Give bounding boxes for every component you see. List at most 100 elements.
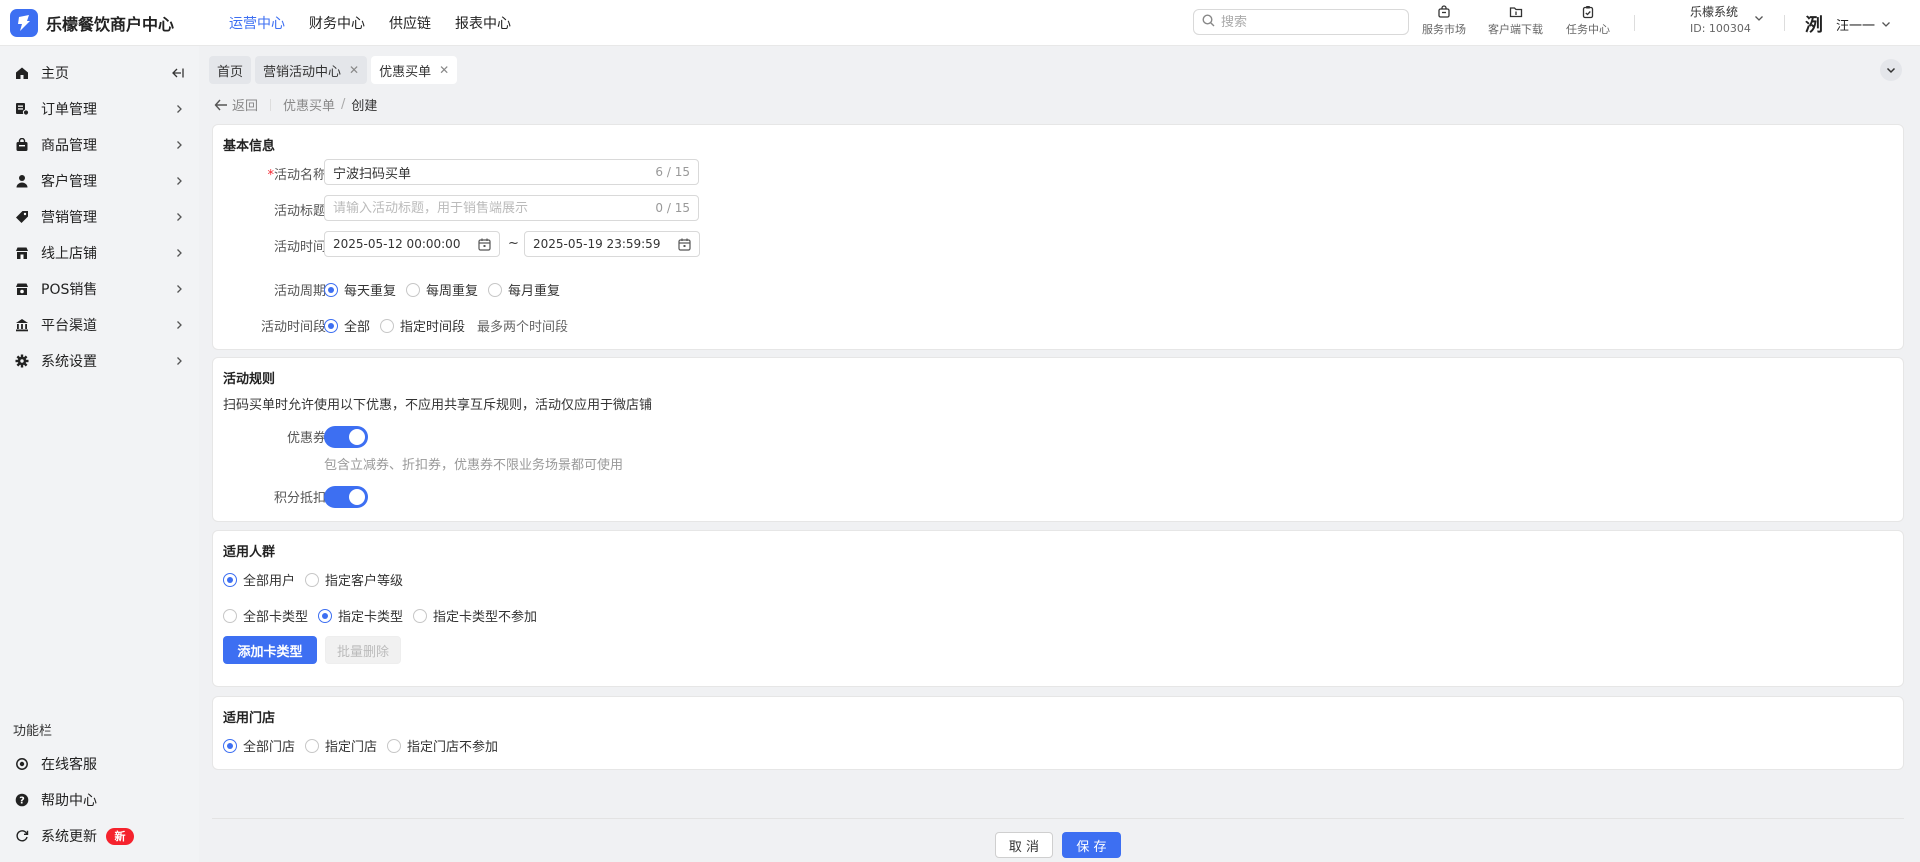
chevron-right-icon — [177, 141, 182, 149]
sidebar-item-label: 线上店铺 — [41, 246, 97, 262]
system-switch[interactable]: 乐檬系统 ID: 100304 — [1690, 3, 1763, 35]
sidebar-item-label: POS销售 — [41, 282, 98, 298]
end-time-picker[interactable]: 2025-05-19 23:59:59 — [524, 231, 700, 257]
activity-name-field[interactable]: 6 / 15 — [324, 159, 699, 185]
chevron-right-icon — [177, 285, 182, 293]
tab-home[interactable]: 首页 — [209, 56, 252, 84]
radio-all-users[interactable]: 全部用户 — [223, 570, 295, 589]
top-bar: 乐檬餐饮商户中心 运营中心 财务中心 供应链 报表中心 — [0, 0, 1920, 46]
tabs-dropdown-button[interactable] — [1880, 59, 1902, 81]
chevron-right-icon — [177, 321, 182, 329]
sidebar-item-update[interactable]: 系统更新 新 — [0, 818, 199, 854]
sidebar-item-orders[interactable]: 订单管理 — [0, 91, 199, 127]
collapse-sidebar-icon[interactable] — [171, 66, 185, 80]
top-divider — [1634, 15, 1635, 31]
activity-cycle-radios: 每天重复 每周重复 每月重复 — [324, 280, 570, 299]
close-icon[interactable]: ✕ — [439, 63, 449, 77]
bank-icon — [16, 319, 28, 332]
radio-weekly[interactable]: 每周重复 — [406, 280, 478, 299]
chevron-down-icon — [1755, 16, 1763, 21]
coupon-label: 优惠券 — [286, 431, 326, 446]
radio-exclude-card-types[interactable]: 指定卡类型不参加 — [413, 606, 537, 625]
radio-all-card-types[interactable]: 全部卡类型 — [223, 606, 308, 625]
pos-icon — [16, 283, 28, 295]
user-icon — [16, 175, 28, 188]
refresh-icon — [16, 830, 29, 842]
topnav-finance[interactable]: 财务中心 — [309, 13, 365, 33]
breadcrumb-parent[interactable]: 优惠买单 — [283, 95, 335, 114]
activity-title-field[interactable]: 0 / 15 — [324, 195, 699, 221]
sidebar-item-online-service[interactable]: 在线客服 — [0, 746, 199, 782]
sidebar-item-platform[interactable]: 平台渠道 — [0, 307, 199, 343]
activity-title-label: 活动标题 — [273, 204, 326, 219]
activity-time-label: 活动时间 — [273, 240, 326, 255]
breadcrumb-slash: / — [341, 97, 346, 112]
radio-period-all[interactable]: 全部 — [324, 316, 370, 335]
activity-rules-card: 活动规则 扫码买单时允许使用以下优惠，不应用共享互斥规则，活动仅应用于微店铺 优… — [212, 357, 1904, 522]
sidebar-item-label: 客户管理 — [41, 174, 97, 190]
radio-specified-stores[interactable]: 指定门店 — [305, 736, 377, 755]
tab-discount-pay[interactable]: 优惠买单 ✕ — [371, 56, 458, 84]
radio-customer-level[interactable]: 指定客户等级 — [305, 570, 403, 589]
tab-marketing-center[interactable]: 营销活动中心 ✕ — [255, 56, 368, 84]
section-title: 适用门店 — [223, 711, 276, 726]
chevron-right-icon — [177, 105, 182, 113]
app-logo[interactable]: 乐檬餐饮商户中心 — [10, 8, 210, 37]
topnav-ops[interactable]: 运营中心 — [229, 13, 285, 33]
radio-all-stores[interactable]: 全部门店 — [223, 736, 295, 755]
client-download-label: 客户端下载 — [1488, 23, 1543, 36]
radio-exclude-stores[interactable]: 指定门店不参加 — [387, 736, 498, 755]
add-card-type-button[interactable]: 添加卡类型 — [223, 636, 317, 664]
activity-name-label: *活动名称 — [267, 168, 326, 183]
system-name: 乐檬系统 — [1690, 5, 1739, 19]
sidebar-item-home[interactable]: 主页 — [0, 55, 199, 91]
topnav-report[interactable]: 报表中心 — [455, 13, 511, 33]
radio-monthly[interactable]: 每月重复 — [488, 280, 560, 299]
client-download-button[interactable]: 客户端下载 — [1488, 5, 1543, 37]
user-name: 汪一一 — [1836, 18, 1876, 34]
task-center-button[interactable]: 任务中心 — [1566, 5, 1610, 37]
search-input[interactable] — [1221, 14, 1391, 30]
section-title: 基本信息 — [223, 139, 276, 154]
sidebar-item-pos[interactable]: POS销售 — [0, 271, 199, 307]
end-time-value: 2025-05-19 23:59:59 — [533, 237, 661, 251]
coupon-toggle[interactable] — [324, 426, 368, 448]
sidebar-item-help[interactable]: ? 帮助中心 — [0, 782, 199, 818]
activity-period-radios: 全部 指定时间段 最多两个时间段 — [324, 316, 568, 335]
search-box[interactable] — [1193, 9, 1409, 35]
save-button[interactable]: 保 存 — [1062, 832, 1121, 858]
footer-divider — [212, 818, 1904, 819]
sidebar-item-marketing[interactable]: 营销管理 — [0, 199, 199, 235]
activity-period-label: 活动时间段 — [260, 320, 326, 335]
radio-period-custom[interactable]: 指定时间段 — [380, 316, 465, 335]
sidebar: 主页 订单管理 商品管理 客户管理 营销管理 线上店铺 POS销售 平台渠道 系 — [0, 46, 199, 862]
activity-cycle-label: 活动周期 — [273, 284, 326, 299]
sidebar-item-goods[interactable]: 商品管理 — [0, 127, 199, 163]
target-crowd-card: 适用人群 全部用户 指定客户等级 全部卡类型 指定卡类型 指定卡类型不参加 添加… — [212, 530, 1904, 687]
service-market-button[interactable]: 服务市场 — [1422, 5, 1466, 37]
radio-specified-card-types[interactable]: 指定卡类型 — [318, 606, 403, 625]
sidebar-item-settings[interactable]: 系统设置 — [0, 343, 199, 379]
activity-name-input[interactable] — [333, 164, 656, 180]
back-button[interactable]: 返回 — [214, 95, 258, 114]
points-toggle[interactable] — [324, 486, 368, 508]
batch-delete-button[interactable]: 批量删除 — [325, 636, 402, 664]
sidebar-item-online-store[interactable]: 线上店铺 — [0, 235, 199, 271]
close-icon[interactable]: ✕ — [349, 63, 359, 77]
activity-title-input[interactable] — [333, 200, 656, 216]
sidebar-item-label: 商品管理 — [41, 138, 97, 154]
sidebar-item-label: 营销管理 — [41, 210, 97, 226]
cancel-button[interactable]: 取 消 — [995, 832, 1053, 858]
chevron-down-icon — [1882, 22, 1890, 27]
sidebar-item-customers[interactable]: 客户管理 — [0, 163, 199, 199]
start-time-picker[interactable]: 2025-05-12 00:00:00 — [324, 231, 500, 257]
folder-download-icon — [1509, 7, 1522, 18]
task-center-label: 任务中心 — [1566, 23, 1610, 36]
breadcrumb-divider — [270, 98, 272, 111]
user-menu[interactable]: 洌 汪一一 — [1800, 10, 1891, 38]
search-icon — [1202, 13, 1215, 31]
topnav-supply[interactable]: 供应链 — [389, 13, 431, 33]
sidebar-item-label: 系统设置 — [41, 354, 97, 370]
radio-daily[interactable]: 每天重复 — [324, 280, 396, 299]
points-label: 积分抵扣 — [273, 491, 326, 506]
